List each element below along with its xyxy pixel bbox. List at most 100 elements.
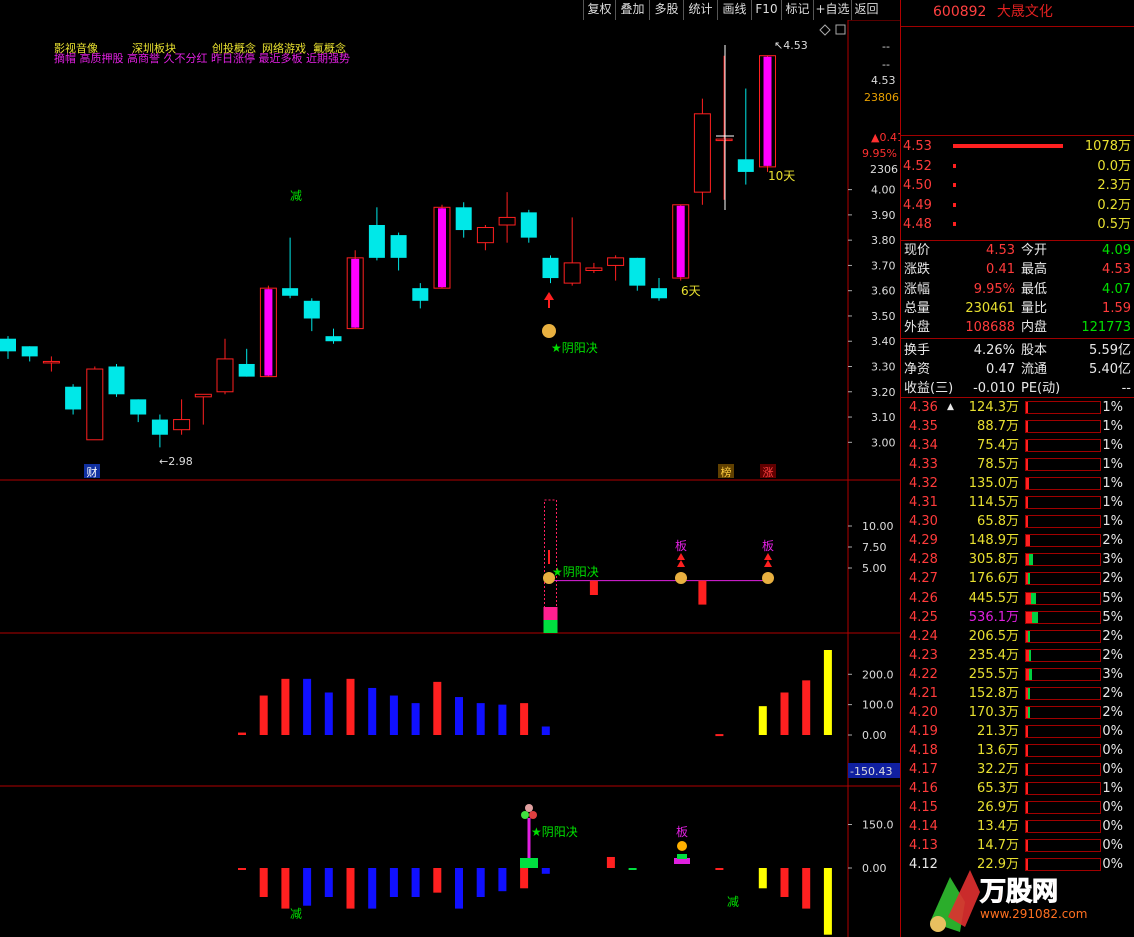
toolbar-button-5[interactable]: F10 — [751, 0, 781, 20]
indicator-bar — [715, 868, 724, 870]
indicator-bar — [433, 868, 442, 893]
profile-bar-fill — [1026, 516, 1028, 528]
orderbook-row: 4.53 1078万 — [901, 137, 1134, 156]
profile-volume: 65.3万 — [977, 781, 1019, 796]
indicator-tick: 7.50 — [862, 541, 887, 554]
indicator-bar — [541, 726, 550, 735]
profile-percent: 1% — [1102, 457, 1123, 473]
profile-percent: 2% — [1102, 685, 1123, 701]
quote-label: 内盘 — [1021, 320, 1048, 336]
profile-price: 4.34 — [909, 438, 938, 454]
orderbook-price: 4.50 — [903, 178, 932, 193]
money-bag-icon — [762, 572, 774, 584]
candle-body — [173, 419, 191, 431]
volume-profile-row: 4.31 114.5万 1% — [901, 493, 1134, 512]
quote-value: 0.41 — [986, 262, 1015, 278]
candle-body — [108, 366, 125, 395]
profile-bar-fill — [1026, 535, 1030, 547]
gem-icon — [525, 804, 533, 812]
quote-label: 今开 — [1021, 243, 1048, 258]
price-tick-label: 3.20 — [871, 386, 896, 399]
quote-row: 净资 0.47 流通 5.40亿 — [901, 360, 1134, 379]
orderbook-bar — [953, 183, 956, 187]
toolbar-button-8[interactable]: 返回 — [851, 0, 881, 20]
candle-body — [455, 207, 472, 231]
indicator-bar — [823, 650, 832, 735]
profile-bar — [1025, 686, 1101, 700]
candle-body — [412, 288, 429, 301]
orderbook-volume: 0.0万 — [1097, 158, 1131, 174]
toolbar-button-6[interactable]: 标记 — [781, 0, 813, 20]
profile-percent: 3% — [1102, 666, 1123, 682]
quote-value: 9.95% — [973, 281, 1015, 297]
orderbook-row: 4.50 2.3万 — [901, 176, 1134, 195]
indicator-bar — [498, 704, 507, 735]
quote-value: 4.53 — [1102, 262, 1131, 278]
orderbook-price: 4.48 — [903, 217, 932, 232]
indicator-bar — [259, 868, 268, 897]
quote-value: 4.26% — [973, 342, 1015, 358]
price-tick-label: 3.70 — [871, 259, 896, 272]
indicator-bar — [498, 868, 507, 892]
orderbook-price: 4.53 — [903, 139, 932, 154]
profile-bar — [1025, 439, 1101, 453]
volume-profile-row: 4.33 78.5万 1% — [901, 455, 1134, 474]
profile-percent: 5% — [1102, 590, 1123, 606]
candle-body — [325, 336, 342, 342]
axis-info-vol: 23806 — [864, 91, 899, 104]
quote-label: 最低 — [1021, 281, 1048, 297]
profile-bar-fill-sell — [1027, 706, 1030, 718]
toolbar-button-7[interactable]: +自选 — [813, 0, 851, 20]
orderbook-row: 4.48 0.5万 — [901, 215, 1134, 234]
profile-bar — [1025, 667, 1101, 681]
profile-bar-fill — [1026, 840, 1028, 852]
profile-bar — [1025, 420, 1101, 434]
toolbar-button-0[interactable]: 复权 — [583, 0, 615, 20]
signal-label: ★阴阳决 — [552, 565, 599, 579]
quote-row: 总量 230461 量比 1.59 — [901, 299, 1134, 318]
quote-value: 5.59亿 — [1089, 342, 1131, 358]
toolbar-button-2[interactable]: 多股 — [649, 0, 683, 20]
volume-profile-row: 4.21 152.8万 2% — [901, 684, 1134, 703]
profile-bar-fill-sell — [1029, 554, 1033, 566]
candle-body — [65, 386, 82, 410]
attribute-tags: 摘帽 高质押股 高商誉 久不分红 昨日涨停 最近多板 近期强势 — [54, 51, 350, 65]
high-price-label: ↖4.53 — [774, 39, 808, 52]
toolbar-button-4[interactable]: 画线 — [717, 0, 751, 20]
profile-bar — [1025, 724, 1101, 738]
profile-bar-fill — [1026, 687, 1028, 699]
profile-price: 4.24 — [909, 628, 938, 644]
profile-bar — [1025, 572, 1101, 586]
stock-code: 600892 — [933, 4, 987, 20]
zhang-badge-label: 涨 — [763, 466, 774, 479]
gem-icon — [521, 811, 529, 819]
profile-bar — [1025, 477, 1101, 491]
profile-bar-fill-sell — [1028, 649, 1032, 661]
profile-bar-fill-sell — [1027, 687, 1030, 699]
quote-row: 涨跌 0.41 最高 4.53 — [901, 260, 1134, 279]
profile-bar-fill — [1026, 802, 1028, 814]
profile-bar-fill — [1026, 763, 1028, 775]
toolbar-button-3[interactable]: 统计 — [683, 0, 717, 20]
axis-info-price: 4.53 — [871, 74, 896, 87]
indicator-bar — [303, 678, 312, 735]
profile-bar — [1025, 782, 1101, 795]
orderbook-volume: 0.2万 — [1097, 197, 1131, 213]
watermark-face-icon — [930, 916, 946, 932]
window-icon — [835, 24, 846, 35]
up-arrow-icon — [764, 553, 772, 560]
dashed-frame — [544, 499, 557, 611]
money-bag-icon — [675, 572, 687, 584]
candle-body — [194, 393, 212, 398]
toolbar-button-1[interactable]: 叠加 — [615, 0, 649, 20]
profile-percent: 2% — [1102, 533, 1123, 549]
profile-percent: 1% — [1102, 419, 1123, 435]
orderbook-price: 4.49 — [903, 197, 932, 213]
profile-volume: 176.6万 — [968, 571, 1019, 587]
candle-body — [390, 235, 407, 258]
signal-label: ★阴阳决 — [551, 341, 598, 355]
profile-volume: 13.6万 — [977, 742, 1019, 758]
profile-price: 4.28 — [909, 552, 938, 568]
divider — [901, 338, 1134, 339]
profile-bar — [1025, 610, 1101, 624]
